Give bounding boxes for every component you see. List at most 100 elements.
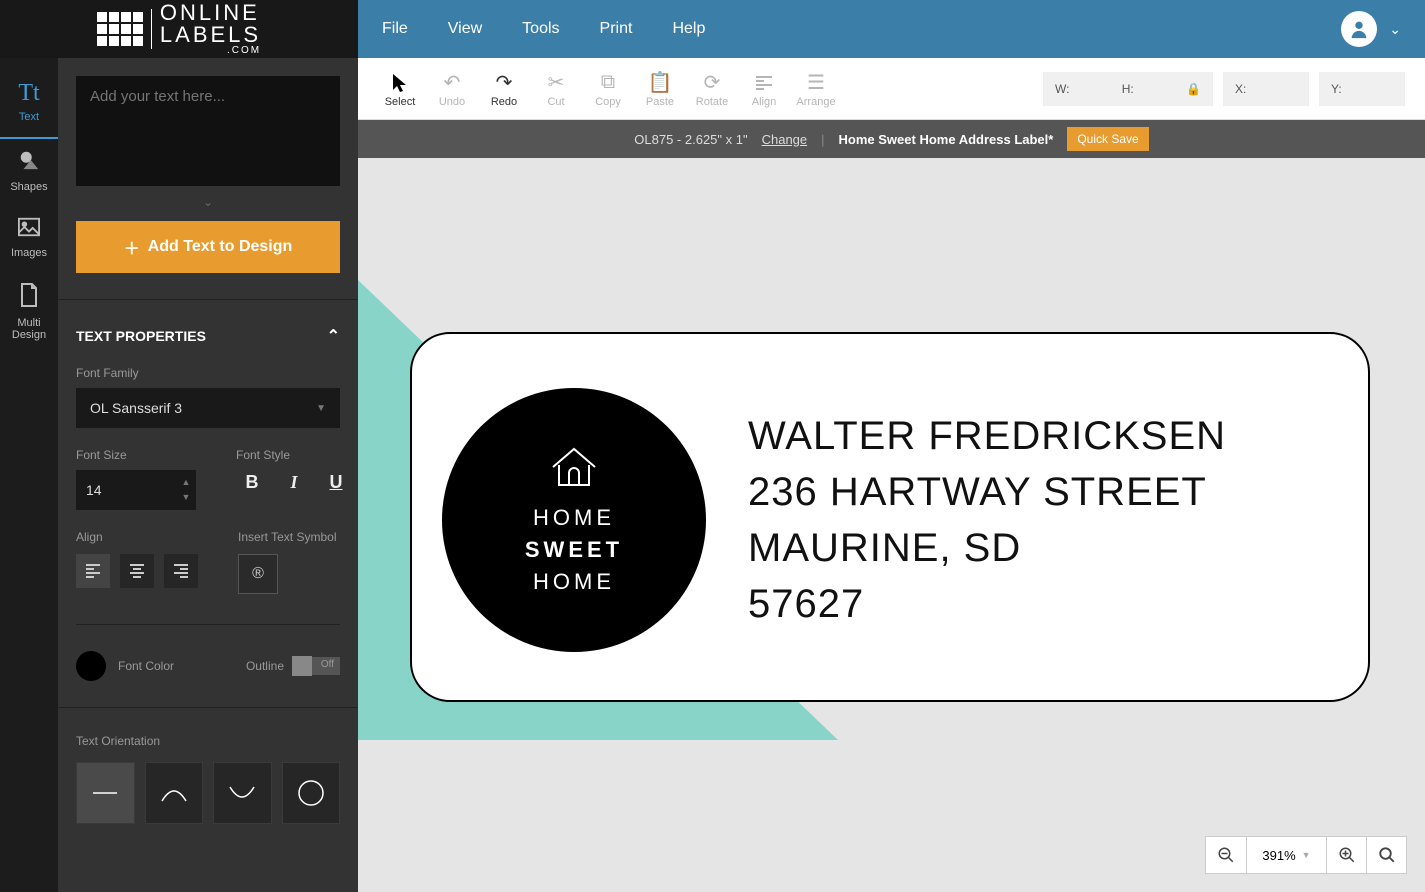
paste-icon: 📋: [634, 70, 686, 96]
shapes-icon: [0, 149, 58, 177]
change-link[interactable]: Change: [762, 132, 808, 147]
add-text-button[interactable]: ＋ Add Text to Design: [76, 221, 340, 273]
rail-shapes-label: Shapes: [10, 181, 47, 193]
rail-text-label: Text: [19, 111, 39, 123]
font-color-swatch[interactable]: [76, 651, 106, 681]
label-address-block[interactable]: WALTER FREDRICKSEN 236 HARTWAY STREET MA…: [748, 408, 1226, 632]
tool-rotate[interactable]: ⟳Rotate: [686, 70, 738, 108]
orientation-label: Text Orientation: [76, 734, 340, 748]
zoom-out-button[interactable]: [1206, 837, 1246, 873]
cut-icon: ✂: [530, 70, 582, 96]
user-menu-caret[interactable]: ⌄: [1389, 21, 1401, 38]
copy-icon: ⧉: [582, 70, 634, 96]
zoom-in-button[interactable]: [1326, 837, 1366, 873]
orientation-circle[interactable]: [282, 762, 341, 824]
zoom-controls: 391%▼: [1205, 836, 1407, 874]
rail-shapes[interactable]: Shapes: [0, 139, 58, 207]
italic-button[interactable]: I: [282, 472, 306, 493]
align-left-button[interactable]: [76, 554, 110, 588]
font-style-label: Font Style: [236, 448, 348, 462]
brand-logo[interactable]: ONLINE LABELS.COM: [0, 0, 358, 58]
font-size-down[interactable]: ▼: [176, 490, 196, 505]
rail-text[interactable]: Tt Text: [0, 70, 58, 139]
text-properties-panel: ⌄ ＋ Add Text to Design TEXT PROPERTIES ⌃…: [58, 58, 358, 892]
orientation-straight[interactable]: [76, 762, 135, 824]
rail-multi-design[interactable]: Multi Design: [0, 273, 58, 355]
undo-icon: ↶: [426, 70, 478, 96]
outline-label: Outline: [246, 659, 284, 673]
rail-multi-label-2: Design: [12, 329, 46, 341]
zoom-in-icon: [1338, 846, 1356, 864]
addr-zip: 57627: [748, 576, 1226, 632]
tool-undo[interactable]: ↶Undo: [426, 70, 478, 108]
quick-save-button[interactable]: Quick Save: [1067, 127, 1148, 151]
sidebar-rail: Tt Text Shapes Images Multi Design: [0, 58, 58, 892]
arrange-icon: ☰: [790, 70, 842, 96]
addr-city: MAURINE, SD: [748, 520, 1226, 576]
menubar: ONLINE LABELS.COM File View Tools Print …: [0, 0, 1425, 58]
zoom-fit-button[interactable]: [1366, 837, 1406, 873]
font-color-label: Font Color: [118, 659, 174, 673]
rail-images[interactable]: Images: [0, 207, 58, 273]
user-icon: [1348, 18, 1370, 40]
menu-help[interactable]: Help: [672, 20, 705, 38]
circle-text-3: HOME: [533, 569, 615, 595]
font-size-input[interactable]: [76, 470, 176, 510]
font-size-label: Font Size: [76, 448, 196, 462]
label-preview[interactable]: HOME SWEET HOME WALTER FREDRICKSEN 236 H…: [410, 332, 1370, 702]
orientation-arc-down[interactable]: [213, 762, 272, 824]
dropdown-caret-icon: ▼: [316, 403, 326, 414]
menu-file[interactable]: File: [382, 20, 408, 38]
plus-icon: ＋: [124, 235, 140, 259]
add-text-label: Add Text to Design: [148, 238, 293, 256]
lock-icon[interactable]: 🔒: [1186, 82, 1201, 96]
text-input[interactable]: [76, 76, 340, 186]
house-icon: [549, 445, 599, 489]
font-size-spinner[interactable]: ▲ ▼: [76, 470, 196, 510]
font-family-select[interactable]: OL Sansserif 3 ▼: [76, 388, 340, 428]
font-family-value: OL Sansserif 3: [90, 400, 182, 416]
text-icon: Tt: [0, 80, 58, 107]
tool-select[interactable]: Select: [374, 70, 426, 108]
menu-tools[interactable]: Tools: [522, 20, 559, 38]
addr-street: 236 HARTWAY STREET: [748, 464, 1226, 520]
h-label: H:: [1122, 82, 1134, 96]
bold-button[interactable]: B: [240, 472, 264, 493]
tool-paste[interactable]: 📋Paste: [634, 70, 686, 108]
outline-state: Off: [321, 659, 334, 670]
tool-cut[interactable]: ✂Cut: [530, 70, 582, 108]
align-label: Align: [76, 530, 198, 544]
underline-button[interactable]: U: [324, 472, 348, 493]
user-avatar[interactable]: [1341, 11, 1377, 47]
tool-redo[interactable]: ↷Redo: [478, 70, 530, 108]
zoom-out-icon: [1217, 846, 1235, 864]
w-label: W:: [1055, 82, 1069, 96]
canvas[interactable]: HOME SWEET HOME WALTER FREDRICKSEN 236 H…: [358, 158, 1425, 892]
font-size-up[interactable]: ▲: [176, 475, 196, 490]
document-info-bar: OL875 - 2.625" x 1" Change | Home Sweet …: [358, 120, 1425, 158]
menu-print[interactable]: Print: [600, 20, 633, 38]
cursor-icon: [374, 70, 426, 96]
zoom-fit-icon: [1378, 846, 1396, 864]
outline-toggle[interactable]: Off: [292, 657, 340, 675]
tool-copy[interactable]: ⧉Copy: [582, 70, 634, 108]
expand-text-chevron[interactable]: ⌄: [76, 195, 340, 209]
align-icon: [738, 70, 790, 96]
zoom-value[interactable]: 391%▼: [1246, 837, 1326, 873]
props-title: TEXT PROPERTIES: [76, 328, 206, 344]
insert-symbol-button[interactable]: ®: [238, 554, 278, 594]
addr-name: WALTER FREDRICKSEN: [748, 408, 1226, 464]
align-center-button[interactable]: [120, 554, 154, 588]
align-right-button[interactable]: [164, 554, 198, 588]
label-logo-circle[interactable]: HOME SWEET HOME: [442, 388, 706, 652]
tool-arrange[interactable]: ☰Arrange: [790, 70, 842, 108]
insert-symbol-label: Insert Text Symbol: [238, 530, 340, 544]
orientation-arc-up[interactable]: [145, 762, 204, 824]
images-icon: [0, 217, 58, 243]
tool-align[interactable]: Align: [738, 70, 790, 108]
document-title: Home Sweet Home Address Label*: [839, 132, 1054, 147]
logo-grid-icon: [97, 12, 143, 46]
menu-view[interactable]: View: [448, 20, 482, 38]
multi-design-icon: [0, 283, 58, 313]
props-collapse-caret[interactable]: ⌃: [327, 326, 340, 346]
